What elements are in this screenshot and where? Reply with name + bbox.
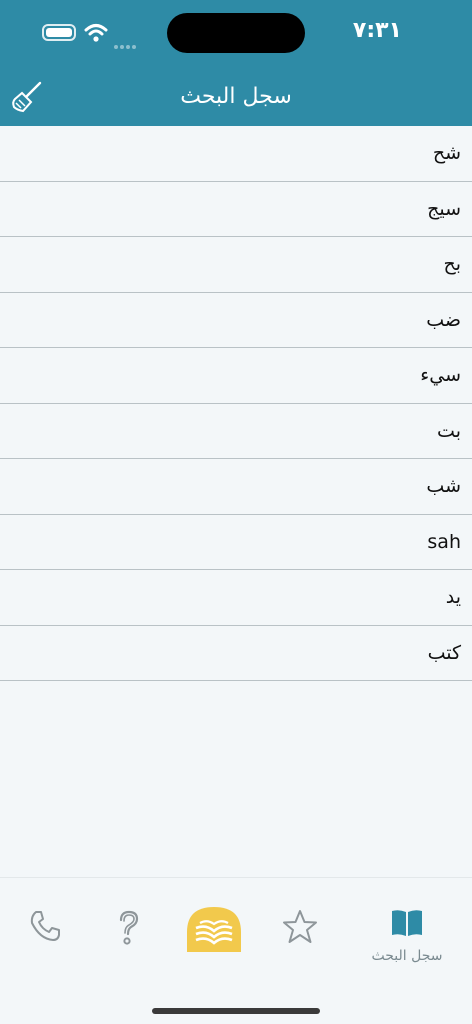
list-item[interactable]: بت <box>0 403 472 459</box>
tab-dictionary[interactable] <box>169 878 259 988</box>
wifi-icon <box>84 24 108 42</box>
tab-help[interactable] <box>83 878 173 988</box>
list-item-text: شح <box>432 142 461 165</box>
home-indicator <box>152 1008 320 1014</box>
list-item[interactable]: يد <box>0 570 472 626</box>
list-item-text: كتب <box>427 641 461 664</box>
header-bar: ٧:٣١ سجل البحث <box>0 0 472 126</box>
page-title: سجل البحث <box>180 84 292 109</box>
status-indicators <box>42 22 152 49</box>
list-item[interactable]: سيء <box>0 348 472 404</box>
dynamic-island <box>167 13 305 53</box>
list-item[interactable]: سيج <box>0 181 472 237</box>
list-item[interactable]: sah <box>0 514 472 570</box>
list-item-text: بح <box>443 253 461 276</box>
list-item[interactable]: شح <box>0 126 472 182</box>
list-item[interactable]: شب <box>0 459 472 515</box>
open-book-icon <box>187 907 241 952</box>
list-item[interactable]: ضب <box>0 292 472 348</box>
question-icon <box>119 910 139 945</box>
battery-icon <box>42 24 76 41</box>
tab-search-history[interactable]: سجل البحث <box>362 878 452 988</box>
list-item-text: سيء <box>420 364 461 387</box>
tab-label: سجل البحث <box>371 948 443 964</box>
list-item[interactable]: كتب <box>0 625 472 681</box>
list-item-text: شب <box>426 475 461 498</box>
list-item-text: يد <box>445 586 461 609</box>
book-icon <box>392 910 422 936</box>
tab-favorites[interactable] <box>255 878 345 988</box>
status-time: ٧:٣١ <box>352 18 402 43</box>
list-item[interactable]: بح <box>0 237 472 293</box>
list-item-text: بت <box>437 419 461 442</box>
signal-icon <box>114 34 140 49</box>
search-history-list: شح سيج بح ضب سيء بت شب sah يد كتب <box>0 126 472 681</box>
phone-icon <box>30 911 60 941</box>
list-item-text: سيج <box>427 197 461 220</box>
list-item-text: ضب <box>426 308 461 331</box>
star-icon <box>283 910 317 943</box>
list-item-text: sah <box>427 530 461 553</box>
tab-contact[interactable] <box>0 878 90 988</box>
tab-bar: سجل البحث <box>0 877 472 1024</box>
